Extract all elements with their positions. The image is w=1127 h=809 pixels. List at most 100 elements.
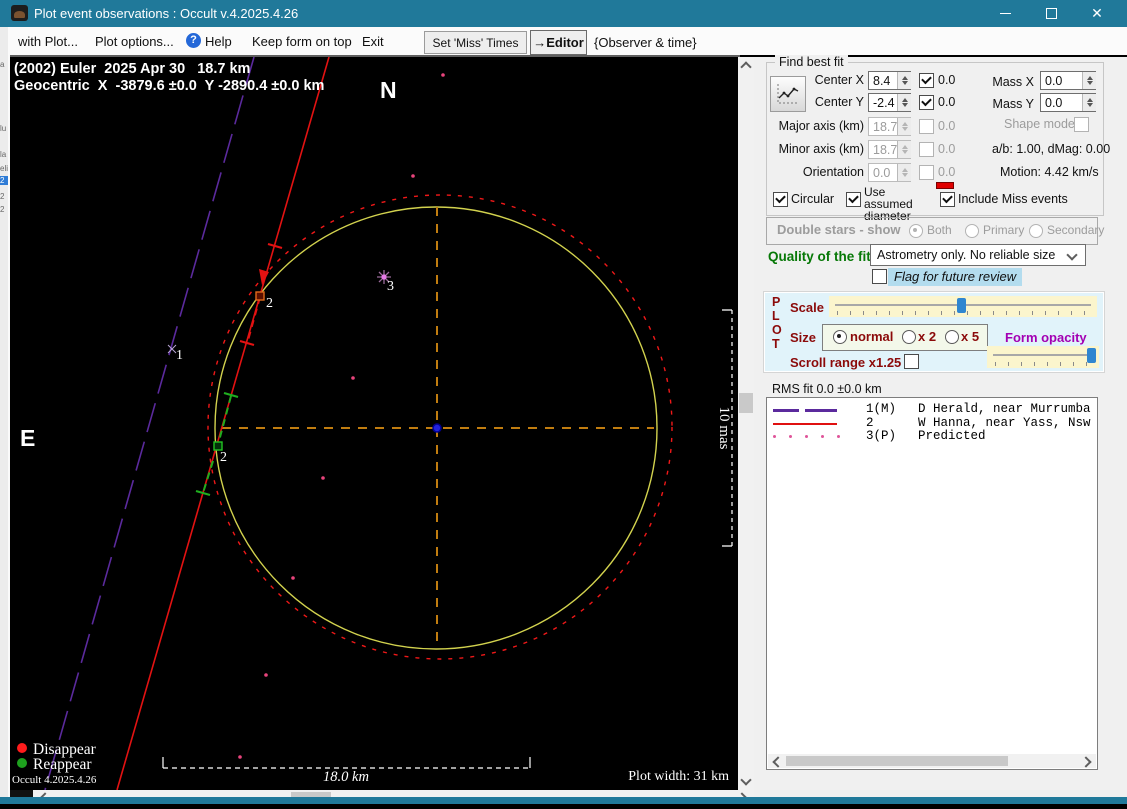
group-title: Find best fit <box>775 55 848 69</box>
major-axis-fix-checkbox <box>919 119 934 134</box>
size-normal-label: normal <box>850 329 893 344</box>
scale-slider-thumb[interactable] <box>957 298 966 313</box>
version-label: Occult 4.2025.4.26 <box>12 774 97 786</box>
double-secondary-label: Secondary <box>1047 223 1104 237</box>
observation-observer: D Herald, near Murrumba <box>918 402 1091 416</box>
motion-label: Motion: 4.42 km/s <box>1000 165 1099 179</box>
edge-fragment: lu <box>0 124 6 133</box>
center-x-sigma: 0.0 <box>938 73 955 87</box>
opacity-slider-thumb[interactable] <box>1087 348 1096 363</box>
minor-axis-sigma: 0.0 <box>938 142 955 156</box>
size-x5-radio[interactable] <box>945 330 959 344</box>
double-stars-group: Double stars - show Both Primary Seconda… <box>766 217 1098 245</box>
chevron-down-icon <box>1066 249 1077 260</box>
center-x-fix-checkbox[interactable] <box>919 73 934 88</box>
double-both-label: Both <box>927 223 952 237</box>
menu-keep-on-top[interactable]: Keep form on top <box>252 34 352 49</box>
center-x-label: Center X <box>760 73 864 87</box>
scale-label: Scale <box>790 300 824 315</box>
quality-label: Quality of the fit <box>768 249 871 264</box>
flag-review-checkbox[interactable] <box>872 269 887 284</box>
scroll-range-checkbox[interactable] <box>904 354 919 369</box>
include-miss-checkbox[interactable] <box>940 192 955 207</box>
window-bottom-border <box>0 797 1127 804</box>
center-y-sigma: 0.0 <box>938 95 955 109</box>
size-normal-radio[interactable] <box>833 330 847 344</box>
size-x2-label: x 2 <box>918 329 936 344</box>
center-dot <box>433 424 441 432</box>
menu-exit[interactable]: Exit <box>362 34 384 49</box>
plot-vertical-scrollbar[interactable] <box>738 57 754 790</box>
menu-plot-options[interactable]: Plot options... <box>95 34 174 49</box>
size-label: Size <box>790 330 816 345</box>
edge-fragment-selected: 2 <box>0 176 8 185</box>
scale-slider[interactable] <box>829 296 1097 317</box>
chord-1-label: 1 <box>176 348 183 363</box>
north-label: N <box>380 77 397 103</box>
mass-x-spinner[interactable] <box>1082 72 1096 89</box>
reappear-legend-label: Reappear <box>33 756 92 773</box>
minimize-button[interactable] <box>984 0 1026 27</box>
center-y-spinner[interactable] <box>897 94 911 111</box>
use-assumed-checkbox[interactable] <box>846 192 861 207</box>
observation-row[interactable]: 3(P)Predicted <box>866 429 986 443</box>
control-panel: Find best fit Center X 8.4 0.0 Mass X 0.… <box>754 57 1127 797</box>
shape-model-label: Shape model <box>1004 117 1078 131</box>
predicted-chord-label: 3 <box>387 279 394 294</box>
app-window: a lu la eli 2 2 2 Plot event observation… <box>0 0 1127 809</box>
slider-ticks <box>995 362 1093 366</box>
maximize-button[interactable] <box>1030 0 1072 27</box>
listbox-horizontal-scrollbar[interactable] <box>768 754 1096 768</box>
close-button[interactable]: ✕ <box>1076 0 1118 27</box>
desktop-strip <box>0 804 1127 809</box>
help-icon: ? <box>186 33 201 48</box>
mass-y-spinner[interactable] <box>1082 94 1096 111</box>
scrollbar-thumb[interactable] <box>786 756 1008 766</box>
center-x-spinner[interactable] <box>897 72 911 89</box>
disappear-legend-dot <box>17 743 27 753</box>
predicted-dots-sample <box>773 435 843 440</box>
scroll-up-icon[interactable] <box>740 61 751 72</box>
double-secondary-radio <box>1029 224 1043 238</box>
menu-help[interactable]: Help <box>205 34 232 49</box>
east-label: E <box>20 425 35 451</box>
scrollbar-thumb[interactable] <box>739 393 753 413</box>
scroll-down-icon[interactable] <box>740 774 751 785</box>
chord-1-line-sample <box>805 409 837 412</box>
title-bar[interactable]: Plot event observations : Occult v.4.202… <box>0 0 1127 27</box>
edge-fragment: 2 <box>0 205 4 214</box>
include-miss-label: Include Miss events <box>958 192 1068 206</box>
plot-area[interactable]: (2002) Euler 2025 Apr 30 18.7 km Geocent… <box>10 57 738 790</box>
form-opacity-label: Form opacity <box>1005 330 1087 345</box>
observation-row[interactable]: 2W Hanna, near Yass, Nsw <box>866 416 1091 430</box>
menu-with-plot[interactable]: with Plot... <box>18 34 78 49</box>
observation-number: 2 <box>866 416 918 430</box>
chord-2-reappear-label: 2 <box>220 450 227 465</box>
orientation-sigma: 0.0 <box>938 165 955 179</box>
disappear-marker <box>256 292 264 300</box>
reappear-marker <box>214 442 222 450</box>
center-y-fix-checkbox[interactable] <box>919 95 934 110</box>
reappear-error-bar <box>203 461 213 493</box>
editor-button[interactable]: →Editor <box>530 30 587 55</box>
flag-review-label: Flag for future review <box>888 268 1022 286</box>
scroll-right-icon[interactable] <box>1080 756 1091 767</box>
scroll-left-icon[interactable] <box>772 756 783 767</box>
ab-dmag-label: a/b: 1.00, dMag: 0.00 <box>992 142 1110 156</box>
orientation-fix-checkbox <box>919 165 934 180</box>
observations-listbox[interactable]: 1(M)D Herald, near Murrumba 2W Hanna, ne… <box>766 397 1098 770</box>
scroll-range-label: Scroll range x1.25 <box>790 355 901 370</box>
set-miss-times-button[interactable]: Set 'Miss' Times <box>424 31 527 54</box>
app-icon <box>11 5 28 21</box>
size-x2-radio[interactable] <box>902 330 916 344</box>
form-opacity-slider[interactable] <box>987 346 1099 368</box>
slider-track <box>993 354 1093 356</box>
chord-2-disappear-label: 2 <box>266 296 273 311</box>
quality-dropdown[interactable]: Astrometry only. No reliable size <box>870 244 1086 266</box>
observation-row[interactable]: 1(M)D Herald, near Murrumba <box>866 402 1091 416</box>
reappear-legend-dot <box>17 758 27 768</box>
scale-bar-ticks <box>163 757 530 768</box>
predicted-chord-dots <box>238 73 445 759</box>
background-window-edge: a lu la eli 2 2 2 <box>0 27 8 804</box>
circular-checkbox[interactable] <box>773 192 788 207</box>
